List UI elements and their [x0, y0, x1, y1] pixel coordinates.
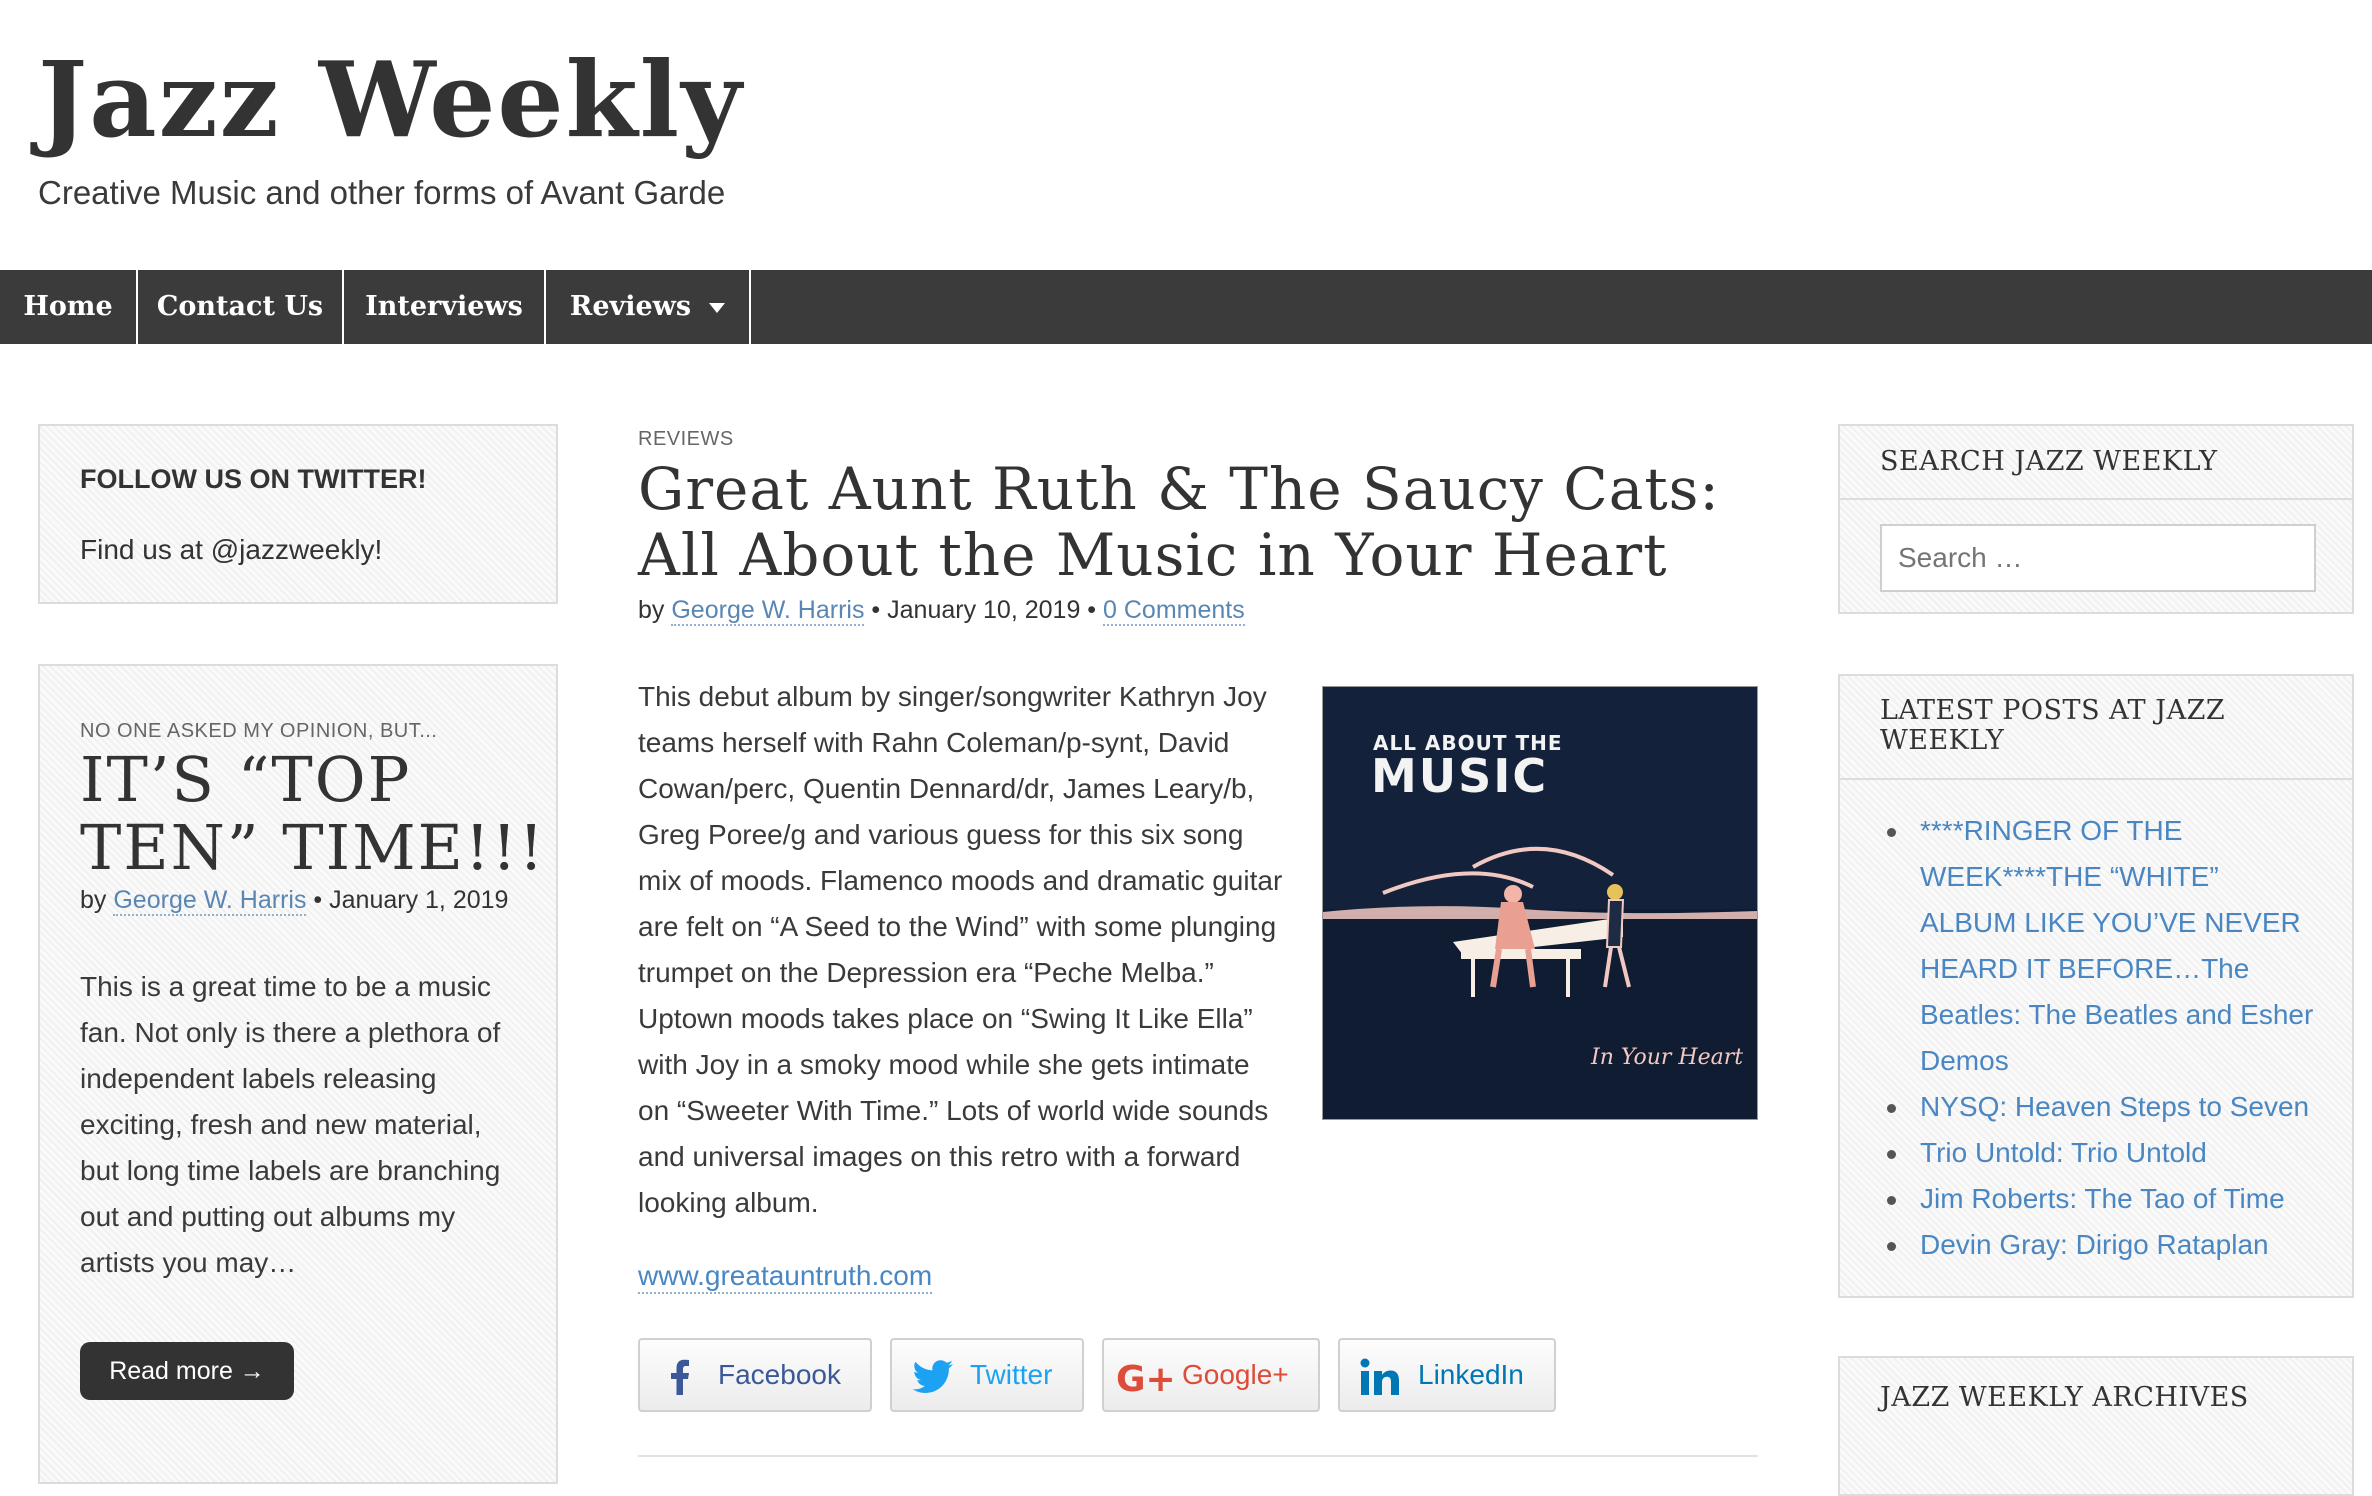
- twitter-icon: [912, 1360, 953, 1393]
- nav-reviews[interactable]: Reviews: [546, 270, 751, 344]
- nav-interviews-label: Interviews: [365, 291, 523, 322]
- search-widget-title: SEARCH JAZZ WEEKLY: [1880, 446, 2218, 477]
- svg-text:G+: G+: [1116, 1359, 1174, 1396]
- widget-divider: [1840, 498, 2352, 500]
- featured-post-category[interactable]: NO ONE ASKED MY OPINION, BUT...: [80, 720, 437, 743]
- facebook-label: Facebook: [718, 1359, 841, 1390]
- nav-contact-label: Contact Us: [156, 291, 324, 322]
- album-title-line2: MUSIC: [1371, 749, 1549, 803]
- archives-widget-title: JAZZ WEEKLY ARCHIVES: [1880, 1382, 2249, 1413]
- site-title[interactable]: Jazz Weekly: [38, 48, 744, 152]
- share-linkedin-button[interactable]: LinkedIn: [1338, 1338, 1556, 1412]
- nav-contact-us[interactable]: Contact Us: [138, 270, 344, 344]
- site-tagline: Creative Music and other forms of Avant …: [38, 174, 726, 211]
- search-input[interactable]: [1880, 524, 2316, 592]
- album-script-text: In Your Heart: [1591, 1045, 1744, 1070]
- post-author-link[interactable]: George W. Harris: [671, 596, 865, 626]
- post-comments-link[interactable]: 0 Comments: [1103, 596, 1245, 626]
- twitter-label: Twitter: [970, 1359, 1053, 1390]
- post-divider: [638, 1455, 1758, 1457]
- featured-separator: •: [313, 886, 323, 914]
- latest-post-link[interactable]: Trio Untold: Trio Untold: [1880, 1130, 2320, 1176]
- latest-post-link[interactable]: ****RINGER OF THE WEEK****THE “WHITE” AL…: [1880, 808, 2320, 1084]
- read-more-button[interactable]: Read more →: [80, 1342, 294, 1400]
- featured-author-link[interactable]: George W. Harris: [113, 886, 307, 916]
- post-title-line1: Great Aunt Ruth & The Saucy Cats:: [638, 455, 1720, 523]
- artist-website-link[interactable]: www.greatauntruth.com: [638, 1260, 933, 1294]
- archives-widget: JAZZ WEEKLY ARCHIVES: [1838, 1356, 2354, 1496]
- latest-post-link[interactable]: NYSQ: Heaven Steps to Seven: [1880, 1084, 2320, 1130]
- featured-date: January 1, 2019: [329, 886, 509, 914]
- google-plus-label: Google+: [1182, 1359, 1289, 1390]
- chevron-down-icon: [709, 302, 726, 313]
- latest-title-line1: LATEST POSTS AT JAZZ: [1880, 695, 2226, 726]
- latest-posts-widget: LATEST POSTS AT JAZZ WEEKLY ****RINGER O…: [1838, 674, 2354, 1298]
- post-title-line2: All About the Music in Your Heart: [638, 521, 1668, 589]
- post-meta: by George W. Harris • January 10, 2019 •…: [638, 596, 1245, 626]
- latest-post-link[interactable]: Devin Gray: Dirigo Rataplan: [1880, 1222, 2320, 1268]
- post-by: by: [638, 596, 665, 624]
- latest-posts-title: LATEST POSTS AT JAZZ WEEKLY: [1880, 696, 2225, 756]
- featured-post-widget: NO ONE ASKED MY OPINION, BUT... IT’S “TO…: [38, 664, 558, 1484]
- nav-home[interactable]: Home: [0, 270, 138, 344]
- post-meta-separator: •: [871, 596, 881, 624]
- share-google-plus-button[interactable]: G+ Google+: [1102, 1338, 1320, 1412]
- site-header: Jazz Weekly Creative Music and other for…: [0, 0, 2372, 270]
- twitter-widget-text: Find us at @jazzweekly!: [80, 534, 383, 565]
- facebook-icon: [671, 1359, 689, 1395]
- share-facebook-button[interactable]: Facebook: [638, 1338, 872, 1412]
- nav-interviews[interactable]: Interviews: [344, 270, 546, 344]
- featured-post-excerpt: This is a great time to be a music fan. …: [80, 971, 501, 1278]
- featured-post-meta: by George W. Harris • January 1, 2019: [80, 886, 509, 916]
- share-twitter-button[interactable]: Twitter: [890, 1338, 1084, 1412]
- main-navigation: Home Contact Us Interviews Reviews: [0, 270, 2372, 344]
- post-title: Great Aunt Ruth & The Saucy Cats: All Ab…: [638, 456, 1720, 588]
- latest-posts-list: ****RINGER OF THE WEEK****THE “WHITE” AL…: [1880, 808, 2320, 1268]
- linkedin-label: LinkedIn: [1418, 1359, 1524, 1390]
- google-plus-icon: G+: [1116, 1359, 1174, 1396]
- post-meta-separator: •: [1087, 596, 1097, 624]
- album-cover-image[interactable]: ALL ABOUT THE MUSIC In Your Heart: [1322, 686, 1758, 1120]
- featured-title-line2: TEN” TIME!!!: [80, 811, 546, 884]
- widget-divider: [1840, 778, 2352, 780]
- post-date: January 10, 2019: [887, 596, 1081, 624]
- post-category[interactable]: REVIEWS: [638, 428, 734, 451]
- latest-post-link[interactable]: Jim Roberts: The Tao of Time: [1880, 1176, 2320, 1222]
- twitter-widget-title: FOLLOW US ON TWITTER!: [80, 464, 427, 494]
- featured-by: by: [80, 886, 107, 914]
- twitter-widget: FOLLOW US ON TWITTER! Find us at @jazzwe…: [38, 424, 558, 604]
- nav-reviews-label: Reviews: [569, 291, 692, 322]
- latest-title-line2: WEEKLY: [1880, 725, 2005, 756]
- featured-title-line1: IT’S “TOP: [80, 743, 412, 816]
- post-body: This debut album by singer/songwriter Ka…: [638, 681, 1283, 1218]
- linkedin-icon: [1360, 1358, 1399, 1395]
- nav-home-label: Home: [23, 291, 113, 322]
- featured-post-title[interactable]: IT’S “TOP TEN” TIME!!!: [80, 746, 546, 882]
